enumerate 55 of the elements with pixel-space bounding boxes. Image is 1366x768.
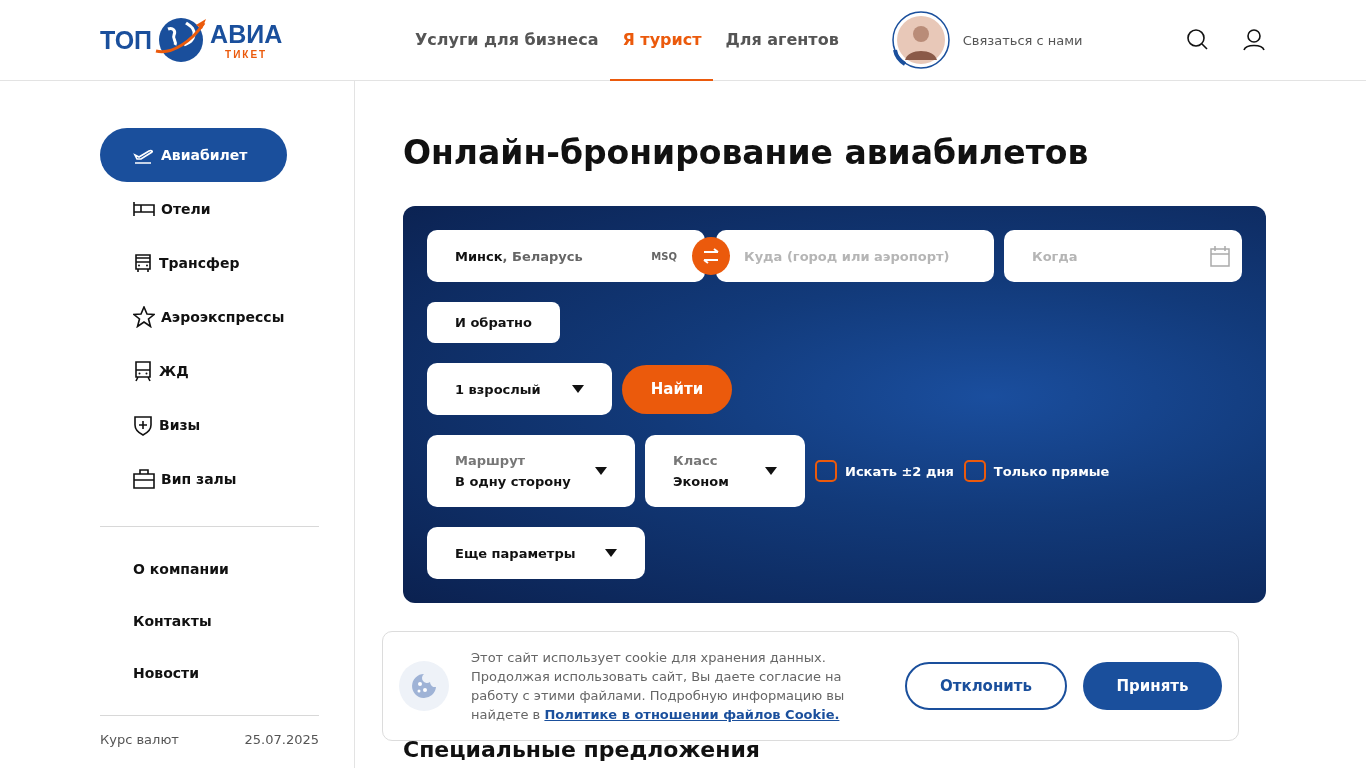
sidebar-item[interactable]: Визы [100, 398, 287, 452]
decline-button[interactable]: Отклонить [905, 662, 1067, 710]
sidebar-item[interactable]: Отели [100, 182, 287, 236]
caret-icon [765, 467, 777, 475]
train-icon [133, 360, 153, 382]
option-checkbox[interactable]: Только прямые [963, 460, 1110, 482]
cookie-policy-link[interactable]: Политике в отношении файлов Cookie. [544, 707, 840, 722]
sidebar-link[interactable]: Новости [100, 647, 319, 699]
contact-link[interactable]: Связаться с нами [962, 32, 1083, 48]
rates-label: Курс валют [100, 732, 179, 747]
search-icon[interactable] [1186, 28, 1210, 52]
star-icon [133, 306, 155, 328]
more-params-select[interactable]: Еще параметры [427, 527, 645, 579]
section-title: Специальные предложения [403, 737, 761, 763]
shield-plus-icon [133, 414, 153, 436]
city-text: Минск [455, 248, 503, 264]
nav-link[interactable]: Я турист [610, 0, 714, 81]
sidebar-item[interactable]: Аэроэкспрессы [100, 290, 287, 344]
page-title: Онлайн-бронирование авиабилетов [403, 133, 1090, 172]
rates-date: 25.07.2025 [244, 732, 319, 747]
sidebar-link[interactable]: Контакты [100, 595, 319, 647]
destination-field[interactable]: Куда (город или аэропорт) [716, 230, 994, 282]
cookie-text: Этот сайт использует cookie для хранения данных. Продолжая использовать сайт, Вы даете согласие на работу с этими файлами. Подробную информацию вы найдете в Политике в отношении файлов Cookie. [471, 649, 846, 724]
accept-button[interactable]: Принять [1083, 662, 1222, 710]
sidebar-link[interactable]: О компании [100, 543, 319, 595]
logo-text: АВИА [210, 20, 283, 49]
cookie-icon [399, 661, 449, 711]
caret-icon [595, 467, 607, 475]
date-field[interactable]: Когда [1004, 230, 1242, 282]
passengers-select[interactable]: 1 взрослый [427, 363, 612, 415]
class-select[interactable]: Класс Эконом [645, 435, 805, 507]
bus-icon [133, 253, 153, 273]
user-icon[interactable] [1242, 28, 1266, 52]
find-button[interactable]: Найти [622, 364, 732, 414]
calendar-icon [1210, 245, 1230, 267]
airport-code: MSQ [651, 250, 677, 262]
swap-icon [702, 248, 720, 264]
avatar [890, 10, 951, 70]
route-select[interactable]: Маршрут В одну сторону [427, 435, 635, 507]
return-button[interactable]: И обратно [427, 302, 560, 343]
briefcase-icon [133, 469, 155, 489]
logo-subtitle: ТИКЕТ [225, 49, 268, 60]
logo-text: ТОП [100, 25, 153, 55]
sidebar-item[interactable]: Авиабилет [100, 128, 287, 182]
nav-link[interactable]: Для агентов [713, 0, 851, 81]
nav-link[interactable]: Услуги для бизнеса [403, 0, 611, 81]
caret-icon [605, 549, 617, 557]
from-field[interactable]: Минск, Беларусь MSQ [427, 230, 705, 282]
option-checkbox[interactable]: Искать ±2 дня [815, 460, 954, 482]
caret-icon [572, 385, 584, 393]
country-text: , Беларусь [502, 248, 583, 264]
sidebar-item[interactable]: Вип залы [100, 452, 287, 506]
bed-icon [133, 201, 155, 217]
sidebar-item[interactable]: Трансфер [100, 236, 287, 290]
sidebar-item[interactable]: ЖД [100, 344, 287, 398]
